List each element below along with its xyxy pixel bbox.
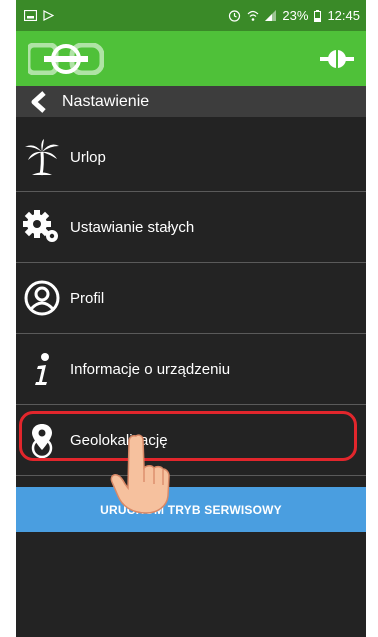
- menu-item-label: Informacje o urządzeniu: [70, 360, 231, 378]
- battery-percentage: 23%: [282, 8, 309, 23]
- clock: 12:45: [327, 8, 360, 23]
- play-icon: [43, 10, 54, 21]
- settings-menu: Urlop Ustawianie stałych Profil Informac…: [16, 123, 366, 476]
- chevron-left-icon[interactable]: [26, 90, 54, 113]
- status-bar: 23% 12:45: [16, 0, 366, 31]
- navigation-bar: Nastawienie: [16, 86, 366, 117]
- gears-icon: [22, 207, 62, 247]
- info-icon: [22, 349, 62, 389]
- tap-hand-icon: [110, 434, 170, 514]
- alarm-icon: [229, 10, 241, 22]
- menu-item-label: Urlop: [70, 148, 106, 166]
- menu-item-profil[interactable]: Profil: [16, 263, 366, 334]
- plug-icon[interactable]: [320, 44, 354, 74]
- service-mode-button[interactable]: URUCHOM TRYB SERWISOWY: [16, 487, 366, 532]
- palm-tree-icon: [22, 137, 62, 177]
- menu-item-informacje[interactable]: Informacje o urządzeniu: [16, 334, 366, 405]
- user-circle-icon: [22, 278, 62, 318]
- menu-item-geolokalizacje[interactable]: Geolokalizację: [16, 405, 366, 476]
- screenshot-icon: [24, 10, 37, 21]
- app-header: [16, 31, 366, 86]
- menu-item-urlop[interactable]: Urlop: [16, 123, 366, 192]
- eob-logo: [28, 43, 104, 75]
- wifi-icon: [247, 10, 259, 21]
- menu-item-label: Ustawianie stałych: [70, 218, 195, 236]
- menu-item-label: Profil: [70, 289, 105, 307]
- battery-icon: [314, 9, 322, 22]
- highlight-outline: [19, 411, 357, 461]
- menu-item-ustawianie-stalych[interactable]: Ustawianie stałych: [16, 192, 366, 263]
- phone-screen: 23% 12:45 Nastawienie Urlop Ustawianie s…: [16, 0, 366, 637]
- page-title: Nastawienie: [62, 92, 150, 110]
- signal-icon: [265, 9, 277, 21]
